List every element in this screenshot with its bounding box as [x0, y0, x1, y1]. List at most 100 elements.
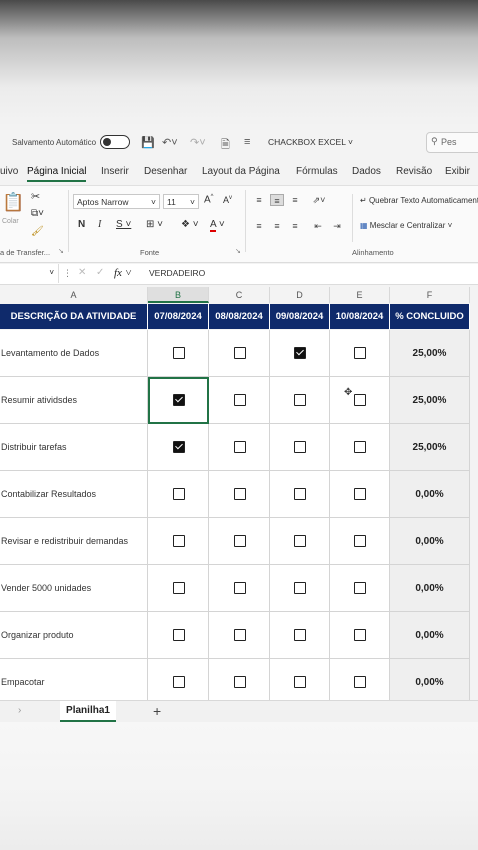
- checkbox-unchecked[interactable]: [354, 441, 366, 453]
- checkbox-cell[interactable]: [270, 565, 330, 612]
- column-header-a[interactable]: A: [0, 287, 148, 303]
- task-description[interactable]: Vender 5000 unidades: [0, 565, 148, 612]
- paste-icon[interactable]: 📋: [2, 192, 24, 213]
- checkbox-unchecked[interactable]: [354, 488, 366, 500]
- checkbox-cell[interactable]: [209, 659, 270, 706]
- font-name-select[interactable]: Aptos Narrow ˅: [73, 194, 160, 209]
- tab-file[interactable]: uivo: [0, 166, 18, 177]
- header-description[interactable]: DESCRIÇÃO DA ATIVIDADE: [0, 304, 148, 329]
- checkbox-cell[interactable]: [330, 330, 390, 377]
- checkbox-unchecked[interactable]: [173, 347, 185, 359]
- decrease-font-icon[interactable]: Av: [223, 195, 232, 205]
- task-description[interactable]: Distribuir tarefas: [0, 424, 148, 471]
- checkbox-unchecked[interactable]: [354, 347, 366, 359]
- merge-center-button[interactable]: ▦ Mesclar e Centralizar ˅: [360, 221, 452, 230]
- align-right-icon[interactable]: ≡: [288, 220, 302, 232]
- fill-color-icon[interactable]: ❖ ˅: [181, 219, 199, 230]
- font-size-select[interactable]: 11 ˅: [163, 194, 199, 209]
- header-date-2[interactable]: 08/08/2024: [209, 304, 270, 329]
- checkbox-unchecked[interactable]: [234, 582, 246, 594]
- tab-home[interactable]: Página Inicial: [27, 166, 87, 182]
- checkbox-unchecked[interactable]: [354, 629, 366, 641]
- orientation-icon[interactable]: ⇗˅: [309, 194, 329, 206]
- checkbox-unchecked[interactable]: [294, 582, 306, 594]
- checkbox-cell[interactable]: [148, 565, 209, 612]
- checkbox-cell[interactable]: [270, 659, 330, 706]
- cut-icon[interactable]: ✂: [31, 190, 40, 203]
- column-header-d[interactable]: D: [270, 287, 330, 303]
- column-header-b[interactable]: B: [148, 287, 209, 303]
- font-launcher-icon[interactable]: ↘: [235, 247, 241, 255]
- header-date-1[interactable]: 07/08/2024: [148, 304, 209, 329]
- checkbox-unchecked[interactable]: [294, 394, 306, 406]
- checkbox-cell[interactable]: [209, 612, 270, 659]
- checkbox-cell[interactable]: [148, 612, 209, 659]
- font-color-icon[interactable]: A ˅: [210, 219, 225, 232]
- column-header-f[interactable]: F: [390, 287, 470, 303]
- checkbox-cell[interactable]: [209, 377, 270, 424]
- formula-input[interactable]: VERDADEIRO: [149, 268, 205, 278]
- name-box[interactable]: ˅: [0, 264, 59, 283]
- checkbox-checked[interactable]: [294, 347, 306, 359]
- checkbox-cell[interactable]: [330, 518, 390, 565]
- enter-icon[interactable]: ✓: [96, 267, 104, 278]
- column-header-c[interactable]: C: [209, 287, 270, 303]
- checkbox-cell[interactable]: [209, 471, 270, 518]
- checkbox-unchecked[interactable]: [354, 676, 366, 688]
- checkbox-unchecked[interactable]: [294, 629, 306, 641]
- checkbox-cell[interactable]: [270, 330, 330, 377]
- checkbox-unchecked[interactable]: [173, 676, 185, 688]
- checkbox-unchecked[interactable]: [354, 535, 366, 547]
- checkbox-cell[interactable]: [330, 424, 390, 471]
- increase-font-icon[interactable]: A^: [204, 194, 214, 205]
- cancel-icon[interactable]: ✕: [78, 267, 86, 278]
- checkbox-cell[interactable]: [330, 471, 390, 518]
- task-description[interactable]: Empacotar: [0, 659, 148, 706]
- header-date-4[interactable]: 10/08/2024: [330, 304, 390, 329]
- checkbox-unchecked[interactable]: [354, 394, 366, 406]
- checkbox-cell[interactable]: [330, 659, 390, 706]
- scroll-right-icon[interactable]: ›: [18, 705, 21, 716]
- checkbox-cell[interactable]: [270, 377, 330, 424]
- tab-data[interactable]: Dados: [352, 166, 381, 177]
- task-description[interactable]: Levantamento de Dados: [0, 330, 148, 377]
- checkbox-unchecked[interactable]: [234, 676, 246, 688]
- align-left-icon[interactable]: ≡: [252, 220, 266, 232]
- checkbox-unchecked[interactable]: [234, 488, 246, 500]
- checkbox-cell[interactable]: [148, 377, 209, 424]
- checkbox-cell[interactable]: [148, 424, 209, 471]
- add-sheet-button[interactable]: +: [153, 703, 161, 719]
- document-title[interactable]: CHACKBOX EXCEL ˅: [268, 137, 353, 147]
- tab-draw[interactable]: Desenhar: [144, 166, 187, 177]
- customize-toolbar-icon[interactable]: ≡: [244, 136, 250, 148]
- decrease-indent-icon[interactable]: ⇤: [311, 220, 325, 232]
- save-icon[interactable]: 💾: [141, 136, 155, 149]
- column-header-e[interactable]: E: [330, 287, 390, 303]
- checkbox-cell[interactable]: [148, 518, 209, 565]
- checkbox-unchecked[interactable]: [294, 441, 306, 453]
- tab-review[interactable]: Revisão: [396, 166, 432, 177]
- increase-indent-icon[interactable]: ⇥: [330, 220, 344, 232]
- checkbox-cell[interactable]: [270, 424, 330, 471]
- checkbox-cell[interactable]: [330, 612, 390, 659]
- new-file-icon[interactable]: 🗎: [221, 136, 230, 155]
- checkbox-cell[interactable]: [209, 424, 270, 471]
- sheet-tab-planilha1[interactable]: Planilha1: [60, 701, 116, 722]
- bold-button[interactable]: N: [78, 219, 85, 230]
- insert-function-icon[interactable]: fx ˅: [114, 267, 132, 279]
- wrap-text-button[interactable]: ↵ Quebrar Texto Automaticamente: [360, 196, 478, 205]
- checkbox-unchecked[interactable]: [173, 582, 185, 594]
- checkbox-unchecked[interactable]: [234, 535, 246, 547]
- checkbox-unchecked[interactable]: [234, 347, 246, 359]
- checkbox-unchecked[interactable]: [354, 582, 366, 594]
- checkbox-cell[interactable]: [148, 659, 209, 706]
- clipboard-launcher-icon[interactable]: ↘: [58, 247, 64, 255]
- checkbox-unchecked[interactable]: [173, 629, 185, 641]
- header-date-3[interactable]: 09/08/2024: [270, 304, 330, 329]
- checkbox-cell[interactable]: [330, 565, 390, 612]
- redo-icon[interactable]: ↷˅: [190, 136, 206, 149]
- tab-page-layout[interactable]: Layout da Página: [202, 166, 280, 177]
- checkbox-cell[interactable]: [209, 330, 270, 377]
- task-description[interactable]: Organizar produto: [0, 612, 148, 659]
- checkbox-cell[interactable]: [330, 377, 390, 424]
